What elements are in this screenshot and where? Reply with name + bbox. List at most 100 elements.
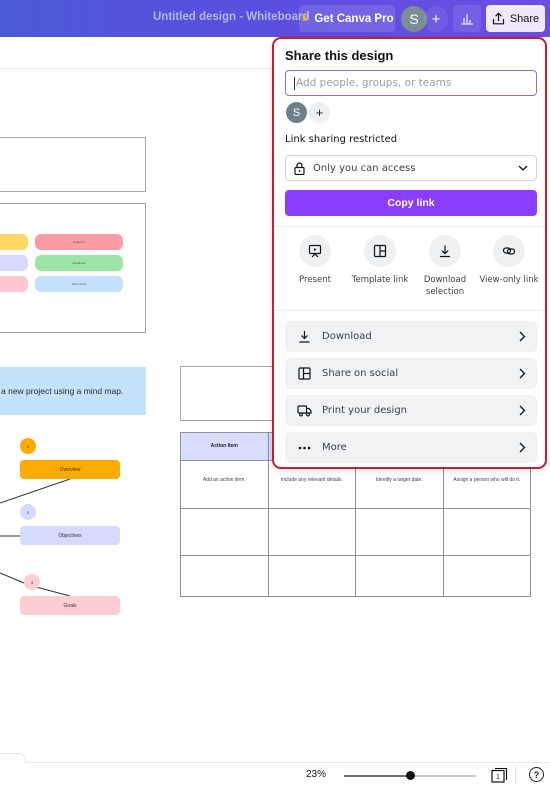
- share-label: Share: [509, 12, 540, 25]
- download-selection-label: Download selection: [413, 274, 477, 299]
- download-selection-label-line2: selection: [425, 287, 465, 298]
- mind-map-number: 2: [20, 438, 36, 454]
- share-button[interactable]: Share: [486, 5, 545, 32]
- quick-action-download-selection[interactable]: Download selection: [413, 235, 477, 299]
- get-canva-pro-button[interactable]: ♛ Get Canva Pro: [299, 5, 395, 32]
- present-label: Present: [299, 275, 331, 285]
- chevron-right-icon: [519, 405, 526, 416]
- table-cell[interactable]: [442, 555, 531, 597]
- connector-line: [0, 478, 71, 504]
- menu-item-share-on-social[interactable]: Share on social: [285, 358, 537, 389]
- sticky-pill-deadlines[interactable]: Deadlines: [35, 255, 123, 271]
- footer-separator: [515, 766, 516, 784]
- share-panel: Share this design Add people, groups, or…: [272, 37, 547, 469]
- table-cell[interactable]: [442, 508, 531, 556]
- mind-map-number: 3: [20, 504, 36, 520]
- menu-item-label: More: [322, 442, 347, 453]
- truck-icon: [296, 404, 312, 417]
- table-cell[interactable]: [267, 508, 356, 556]
- access-level-select[interactable]: Only you can access: [285, 155, 537, 181]
- menu-item-more[interactable]: More: [285, 432, 537, 463]
- mind-map-banner[interactable]: a new project using a mind map.: [0, 367, 146, 415]
- get-canva-pro-label: Get Canva Pro: [314, 12, 394, 25]
- layout-icon: [296, 367, 312, 380]
- template-link-label: Template link: [351, 275, 409, 285]
- menu-item-label: Download: [322, 331, 372, 342]
- menu-item-download[interactable]: Download: [285, 321, 537, 352]
- copy-link-button[interactable]: Copy link: [285, 190, 537, 216]
- zoom-slider[interactable]: [344, 771, 476, 780]
- connector-line: [35, 586, 71, 597]
- pages-icon: 1: [491, 767, 508, 783]
- download-selection-label-line1: Download: [423, 275, 467, 285]
- top-bar: Untitled design - Whiteboard ♛ Get Canva…: [0, 0, 550, 37]
- menu-item-label: Share on social: [322, 368, 399, 379]
- more-dots-icon: [296, 446, 312, 450]
- quick-action-present[interactable]: Present: [283, 235, 347, 286]
- download-icon: [296, 330, 312, 343]
- upload-icon: [492, 12, 504, 25]
- mind-map-node-goals[interactable]: Goals: [20, 596, 120, 615]
- menu-item-print-your-design[interactable]: Print your design: [285, 395, 537, 426]
- mind-map-connectors: [0, 478, 71, 597]
- link-icon: [502, 247, 516, 255]
- document-title[interactable]: Untitled design - Whiteboard: [153, 11, 310, 23]
- divider: [274, 310, 545, 311]
- menu-item-label: Print your design: [322, 405, 408, 416]
- table-cell[interactable]: [267, 555, 356, 597]
- table-cell[interactable]: [180, 555, 269, 597]
- connector-line: [0, 572, 25, 584]
- collaborator-avatar[interactable]: S: [286, 102, 307, 123]
- sticky-pill-left[interactable]: [0, 234, 28, 250]
- canvas-ruler-line: [0, 68, 272, 69]
- page-count: 1: [496, 774, 500, 781]
- sticky-pill-resources[interactable]: Resources: [35, 276, 123, 292]
- mind-map-number: 4: [24, 574, 40, 590]
- view-only-link-button[interactable]: [493, 235, 525, 267]
- chevron-right-icon: [519, 368, 526, 379]
- table-cell[interactable]: [355, 555, 444, 597]
- sticky-pill-left[interactable]: [0, 255, 28, 271]
- empty-frame[interactable]: [0, 137, 146, 192]
- quick-action-view-only-link[interactable]: View-only link: [477, 235, 541, 286]
- chevron-right-icon: [519, 442, 526, 453]
- bar-chart-icon: [461, 14, 473, 25]
- zoom-slider-fill: [344, 775, 410, 777]
- link-sharing-label: Link sharing restricted: [285, 134, 398, 145]
- download-icon: [440, 245, 450, 258]
- crown-icon: ♛: [300, 13, 310, 24]
- sticky-pill-left[interactable]: [0, 276, 28, 292]
- insights-button[interactable]: [453, 5, 481, 32]
- download-selection-button[interactable]: [429, 235, 461, 267]
- table-row: [180, 508, 531, 556]
- table-cell[interactable]: [355, 508, 444, 556]
- share-panel-title: Share this design: [285, 48, 394, 63]
- divider: [274, 226, 545, 227]
- template-link-button[interactable]: [364, 235, 396, 267]
- text-frame[interactable]: [180, 366, 275, 421]
- view-only-link-label: View-only link: [479, 275, 539, 285]
- quick-action-template-link[interactable]: Template link: [348, 235, 412, 286]
- chevron-down-icon: [518, 165, 528, 171]
- chevron-right-icon: [519, 331, 526, 342]
- mind-map-node-overview[interactable]: Overview: [20, 460, 120, 479]
- table-row: [180, 555, 531, 597]
- template-icon: [373, 244, 387, 258]
- access-level-value: Only you can access: [313, 162, 416, 174]
- add-person-button[interactable]: +: [309, 102, 330, 123]
- page-count-button[interactable]: 1: [491, 767, 508, 783]
- mind-map-node-objectives[interactable]: Objectives: [20, 526, 120, 545]
- table-cell[interactable]: Add an action item.: [180, 460, 269, 509]
- table-cell[interactable]: [180, 508, 269, 556]
- add-people-input[interactable]: Add people, groups, or teams: [285, 70, 537, 96]
- zoom-level[interactable]: 23%: [306, 769, 326, 780]
- lock-icon: [294, 161, 305, 175]
- zoom-slider-knob[interactable]: [406, 771, 415, 780]
- help-button[interactable]: ?: [529, 767, 544, 782]
- table-header-cell[interactable]: Action Item: [180, 432, 269, 461]
- notes-tab-handle[interactable]: [0, 753, 26, 763]
- sticky-pill-features[interactable]: Features: [35, 234, 123, 250]
- present-button[interactable]: [299, 235, 331, 267]
- footer-divider: [0, 762, 550, 763]
- add-collaborator-button[interactable]: +: [424, 6, 448, 32]
